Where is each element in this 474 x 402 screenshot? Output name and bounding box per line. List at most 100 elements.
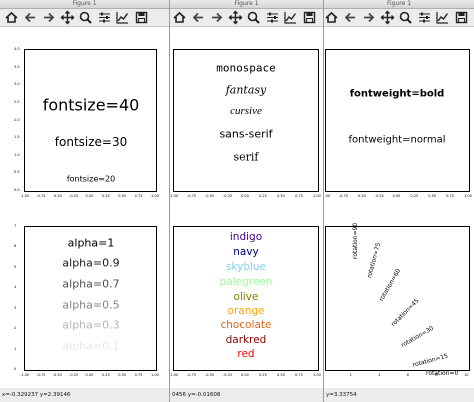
back-arrow-icon[interactable] [343,10,358,25]
x-tick-label: 0.25 [259,373,267,377]
x-tick-label: 0.25 [101,194,110,198]
configure-subplots-icon[interactable] [417,10,432,25]
x-tick-label: 4 [378,373,381,377]
x-tick-label: 0.00 [241,373,249,377]
home-icon[interactable] [324,10,339,25]
y-tick-label: 0.0 [14,188,20,192]
y-tick-label: 1.5 [14,135,20,140]
x-tick-label: -0.75 [338,194,348,198]
edit-axes-icon[interactable] [435,10,450,25]
figure-canvas[interactable]: monospace fantasy cursive sans-serif serif i… [170,27,323,388]
figure-canvas[interactable]: fontweight=bold fontweight=normal rotatio… [324,27,474,388]
back-arrow-icon[interactable] [191,10,206,25]
edit-axes-icon[interactable] [283,10,298,25]
x-tick-label: -0.25 [374,194,384,198]
zoom-icon[interactable] [78,10,93,25]
pan-icon[interactable] [228,10,243,25]
x-tick-label: 0.25 [410,194,419,198]
back-arrow-icon[interactable] [23,10,38,25]
x-tick-label: 0.75 [295,373,303,377]
zoom-icon[interactable] [398,10,413,25]
x-tick-label: -0.25 [223,194,233,198]
y-tick-label: 4 [14,285,17,290]
x-tick-label: 1.00 [313,373,321,377]
figure-window-2: Figure 1 monospace fantasy cursive sans-ser… [170,0,324,402]
font-family-label: sans-serif [219,127,273,141]
color-label: indigo [229,231,263,243]
rotation-label: rotation=0 [426,370,459,377]
configure-subplots-icon[interactable] [265,10,280,25]
save-icon[interactable] [454,10,469,25]
x-tick-label: -1.00 [170,194,179,198]
font-family-label: monospace [216,61,276,75]
figure-window-1: Figure 1 fontsize=40 fontsize=30 fontsize=… [0,0,170,402]
pan-icon[interactable] [60,10,75,25]
y-tick-label: 4.0 [14,47,20,51]
rotation-label: rotation=60 [378,267,403,303]
x-tick-label: 0.75 [446,194,454,198]
y-tick-label: 3.5 [14,64,20,69]
edit-axes-icon[interactable] [115,10,130,25]
x-tick-label: -1.00 [20,373,30,377]
home-icon[interactable] [172,10,187,25]
forward-arrow-icon[interactable] [209,10,224,25]
axes-fontsize: fontsize=40 fontsize=30 fontsize=20 [24,49,157,192]
x-tick-label: -0.50 [356,194,366,198]
x-tick-label: -0.75 [36,373,46,377]
x-tick-label: 0.00 [392,194,401,198]
font-family-label: fantasy [225,83,267,97]
alpha-label: alpha=0.7 [62,277,120,291]
x-tick-label: 0.50 [428,194,437,198]
title-bar[interactable]: Figure 1 [0,0,169,17]
fontsize-label: fontsize=40 [42,95,140,115]
window-title: Figure 1 [386,0,412,7]
zoom-icon[interactable] [246,10,261,25]
home-icon[interactable] [4,10,19,25]
coordinate-readout: y=3.33754 [326,392,357,398]
x-tick-label: 0.50 [277,194,285,198]
axes-family: monospace fantasy cursive sans-serif serif [173,49,319,192]
rotation-label: rotation=75 [366,242,383,279]
x-tick-label: 8 [435,373,438,377]
color-label: chocolate [220,319,272,331]
coordinate-readout: x=-0.329237 y=2.39146 [2,392,71,398]
save-icon[interactable] [302,10,317,25]
x-tick-label: 1.00 [151,194,159,198]
x-tick-label: 0.00 [85,194,94,198]
alpha-label: alpha=0.3 [62,318,120,332]
color-label: olive [233,291,259,303]
y-tick-label: 1.0 [14,152,20,157]
y-tick-label: 7 [14,224,17,228]
x-tick-label: 0.75 [295,194,303,198]
y-tick-label: 0.5 [14,170,20,175]
x-tick-label: 0.75 [134,194,143,198]
axes-rotation: rotation=90 rotation=75 rotation=60 rotatio… [325,223,470,377]
figure-canvas[interactable]: fontsize=40 fontsize=30 fontsize=20 alpha=… [0,27,169,388]
x-tick-label: -0.50 [52,373,62,377]
font-family-label: cursive [230,105,262,117]
rotation-label: rotation=15 [412,352,449,369]
title-bar[interactable]: Figure 1 [170,0,323,9]
x-tick-label: 0.50 [118,194,127,198]
pan-icon[interactable] [380,10,395,25]
navigation-toolbar [324,9,474,27]
color-label: palegreen [219,276,273,288]
x-tick-label: -0.75 [187,194,197,198]
configure-subplots-icon[interactable] [97,10,112,25]
forward-arrow-icon[interactable] [361,10,376,25]
x-tick-label: -0.25 [69,194,79,198]
forward-arrow-icon[interactable] [41,10,56,25]
navigation-toolbar [170,9,323,27]
coordinate-readout: 0456 y=-0.01608 [172,392,221,398]
x-tick-label: -0.25 [69,373,79,377]
y-tick-label: 3.0 [14,82,20,87]
x-tick-label: -1.00 [324,194,331,198]
color-label: darkred [225,334,267,346]
title-bar[interactable]: Figure 1 [324,0,474,9]
save-icon[interactable] [134,10,149,25]
fontweight-bold-label: fontweight=bold [349,88,445,100]
window-title: Figure 1 [72,0,97,7]
y-tick-label: 5 [14,264,17,269]
y-tick-label: 2.5 [14,99,20,104]
color-label: skyblue [225,261,267,273]
